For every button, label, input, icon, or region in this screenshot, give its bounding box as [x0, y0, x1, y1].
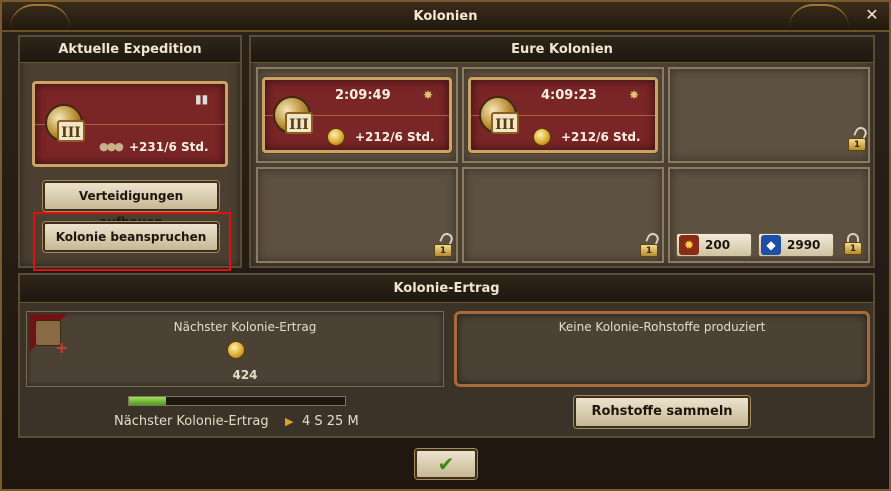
claim-colony-button[interactable]: Kolonie beanspruchen: [43, 222, 219, 252]
yield-progress-fill: [129, 397, 166, 405]
colony-yield: +212/6 Std.: [561, 130, 641, 144]
colony-card-2[interactable]: III 4:09:23 ✸ +212/6 Std.: [468, 77, 658, 153]
next-yield-value: 424: [232, 368, 258, 382]
check-icon: ✔: [437, 452, 455, 476]
unlocked-padlock-icon: 1: [434, 230, 455, 257]
crystal-icon: ◆: [761, 235, 781, 255]
current-expedition-title: Aktuelle Expedition: [20, 37, 240, 63]
gear-icon: ✸: [423, 88, 434, 102]
no-resources-text: Keine Kolonie-Rohstoffe produziert: [558, 320, 766, 334]
yield-progress-bar: [128, 396, 346, 406]
build-defenses-button[interactable]: Verteidigungen aufbauen: [43, 181, 219, 229]
binoculars-icon: ▮▮: [195, 92, 209, 106]
gold-coin-icon: [533, 128, 551, 146]
unlocked-padlock-icon: 1: [848, 124, 869, 151]
gem-cost-pill[interactable]: ✹ 200: [676, 233, 752, 257]
crystal-cost-pill[interactable]: ◆ 2990: [758, 233, 834, 257]
colony-slot-2[interactable]: III 4:09:23 ✸ +212/6 Std.: [462, 67, 664, 163]
plus-icon: +: [55, 338, 69, 357]
colony-yield: +212/6 Std.: [355, 130, 435, 144]
colony-yield-section: Kolonie-Ertrag + Nächster Kolonie-Ertrag…: [18, 273, 875, 438]
current-expedition-panel: Aktuelle Expedition III ▮▮ ●●● +231/6 St…: [18, 35, 242, 271]
crystal-cost: 2990: [787, 238, 821, 252]
padlock-icon: 1: [844, 233, 862, 255]
colony-yield-title: Kolonie-Ertrag: [20, 275, 873, 303]
bronze-coin-icon: ●●●: [99, 140, 124, 153]
expedition-card[interactable]: III ▮▮ ●●● +231/6 Std.: [32, 81, 228, 167]
next-yield-label: Nächster Kolonie-Ertrag: [173, 320, 317, 334]
gem-cost: 200: [705, 238, 731, 252]
your-colonies-title: Eure Kolonien: [251, 37, 873, 63]
colony-slot-6[interactable]: ✹ 200 ◆ 2990 1: [668, 167, 870, 263]
gold-coin-icon: [227, 341, 245, 359]
collect-resources-button[interactable]: Rohstoffe sammeln: [574, 396, 750, 428]
next-yield-box: + Nächster Kolonie-Ertrag 424: [26, 311, 444, 387]
arrow-right-icon: ▶: [285, 415, 294, 428]
tier-badge: III: [285, 112, 313, 134]
colony-slot-3[interactable]: 1: [668, 67, 870, 163]
colonies-window: Kolonien ✕ Aktuelle Expedition III ▮▮ ●●…: [0, 0, 891, 491]
colony-slot-1[interactable]: III 2:09:49 ✸ +212/6 Std.: [256, 67, 458, 163]
tier-badge: III: [491, 112, 519, 134]
colony-slot-4[interactable]: 1: [256, 167, 458, 263]
next-yield-timer: 4 S 25 M: [302, 414, 359, 429]
title-bar: Kolonien ✕: [2, 2, 889, 32]
close-icon[interactable]: ✕: [863, 6, 881, 24]
colony-card-1[interactable]: III 2:09:49 ✸ +212/6 Std.: [262, 77, 452, 153]
confirm-button[interactable]: ✔: [415, 449, 477, 479]
resources-box: Keine Kolonie-Rohstoffe produziert: [454, 311, 870, 387]
next-yield-timer-label: Nächster Kolonie-Ertrag: [114, 414, 269, 429]
colony-timer: 4:09:23: [541, 88, 597, 103]
burst-icon: ✹: [679, 235, 699, 255]
colony-timer: 2:09:49: [335, 88, 391, 103]
unlocked-padlock-icon: 1: [640, 230, 661, 257]
tier-badge: III: [57, 120, 85, 142]
your-colonies-panel: Eure Kolonien III 2:09:49 ✸ +212/6 Std. …: [249, 35, 875, 268]
expedition-yield: +231/6 Std.: [129, 140, 209, 154]
window-title: Kolonien: [413, 9, 478, 24]
gear-icon: ✸: [629, 88, 640, 102]
gold-coin-icon: [327, 128, 345, 146]
colony-slot-5[interactable]: 1: [462, 167, 664, 263]
